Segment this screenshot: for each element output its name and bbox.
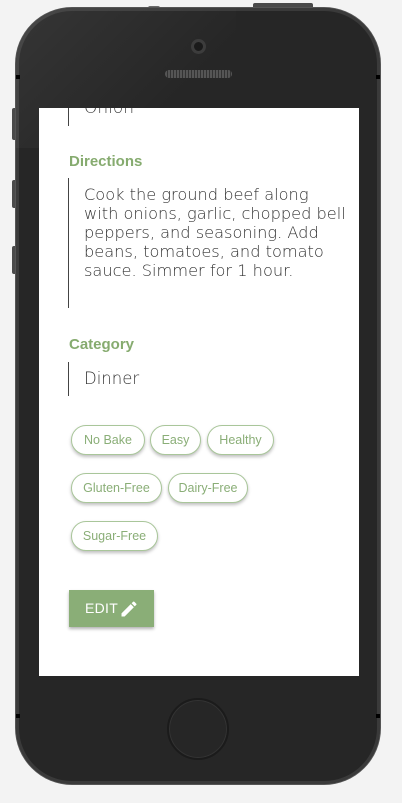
earpiece-speaker	[165, 70, 232, 78]
tag-chip-easy[interactable]: Easy	[150, 425, 201, 455]
tag-chip-gluten-free[interactable]: Gluten-Free	[71, 473, 162, 503]
edit-button[interactable]: EDIT	[69, 590, 154, 627]
edit-button-label: EDIT	[85, 600, 119, 616]
ingredients-list: Onion	[68, 108, 134, 126]
phone-screen: Onion Directions Cook the ground beef al…	[39, 108, 359, 676]
front-camera	[191, 39, 206, 54]
tag-chip-no-bake[interactable]: No Bake	[71, 425, 145, 455]
category-value: Dinner	[68, 362, 318, 396]
category-heading: Category	[69, 336, 135, 353]
tag-chip-sugar-free[interactable]: Sugar-Free	[71, 521, 158, 551]
ingredient-item: Onion	[84, 108, 135, 118]
antenna-line	[376, 714, 380, 718]
antenna-line	[16, 714, 20, 718]
tag-chip-healthy[interactable]: Healthy	[207, 425, 274, 455]
pencil-icon	[121, 601, 137, 617]
antenna-line	[16, 75, 20, 79]
antenna-line	[376, 75, 380, 79]
directions-heading: Directions	[69, 153, 143, 170]
home-button[interactable]	[167, 698, 229, 760]
tag-chip-dairy-free[interactable]: Dairy-Free	[168, 473, 248, 503]
directions-text: Cook the ground beef along with onions, …	[68, 178, 348, 308]
